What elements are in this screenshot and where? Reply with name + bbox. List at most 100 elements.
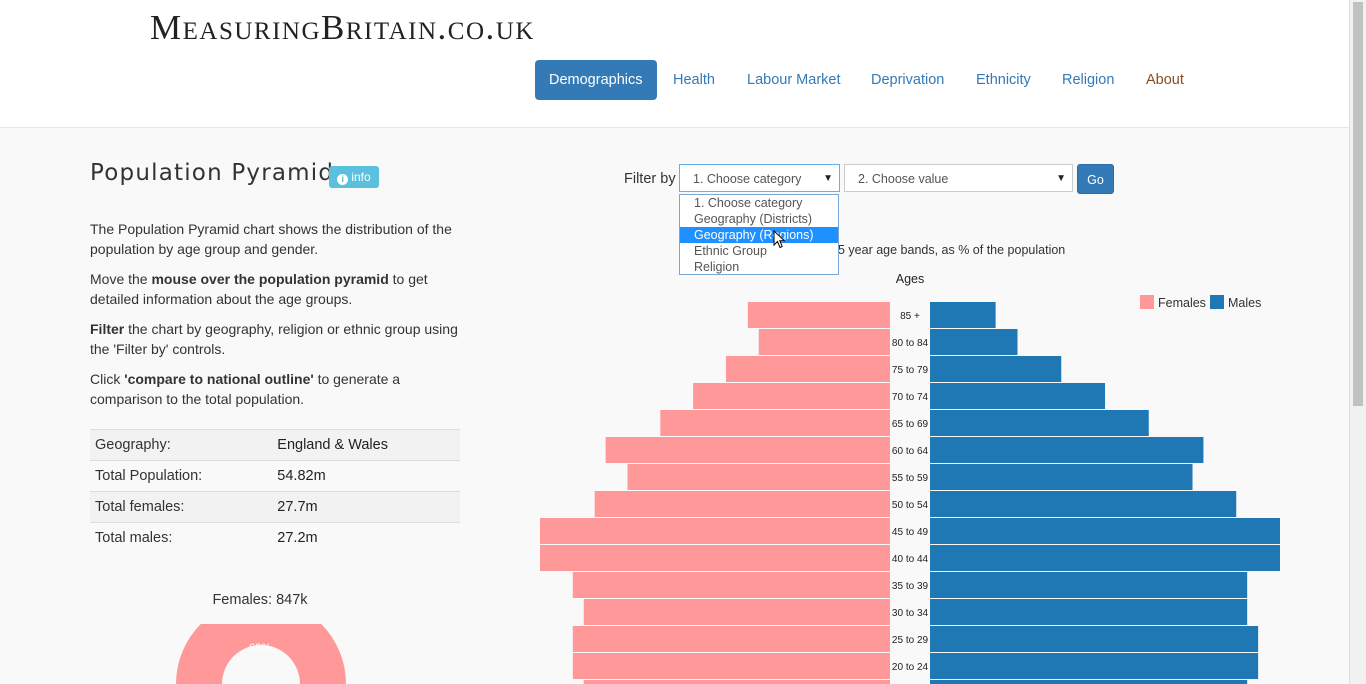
dropdown-option-highlighted[interactable]: Geography (Regions) — [680, 227, 838, 243]
category-select[interactable]: 1. Choose category ▼ — [679, 164, 840, 192]
info-button[interactable]: i info — [329, 166, 379, 188]
nav-ethnicity[interactable]: Ethnicity — [976, 60, 1031, 100]
dropdown-option[interactable]: Ethnic Group — [680, 243, 838, 259]
desc-text: Click — [90, 371, 125, 387]
site-header: MeasuringBritain.co.uk Demographics Heal… — [0, 0, 1350, 128]
description-paragraph-3: Filter the chart by geography, religion … — [90, 319, 470, 359]
stat-value: 27.2m — [272, 522, 460, 553]
donut-female-segment[interactable] — [176, 624, 346, 684]
desc-bold: Filter — [90, 321, 125, 337]
male-bar[interactable] — [930, 491, 1237, 517]
table-row: Total females: 27.7m — [90, 491, 460, 523]
stat-value: 27.7m — [272, 491, 460, 523]
age-band-label: 30 to 34 — [892, 608, 929, 619]
age-band-label: 45 to 49 — [892, 527, 929, 538]
nav-demographics[interactable]: Demographics — [535, 60, 657, 100]
stat-label: Total Population: — [90, 460, 273, 492]
table-row: Geography: England & Wales — [90, 429, 460, 461]
age-band-label: 70 to 74 — [892, 392, 929, 403]
female-bar-partial[interactable] — [583, 680, 890, 684]
caret-down-icon: ▼ — [1056, 173, 1066, 184]
stat-label: Geography: — [90, 429, 273, 461]
value-select[interactable]: 2. Choose value ▼ — [844, 164, 1073, 192]
stat-label: Total females: — [90, 491, 273, 523]
scrollbar-thumb[interactable] — [1353, 2, 1363, 406]
female-bar[interactable] — [583, 599, 890, 625]
info-circle-icon: i — [337, 174, 349, 185]
table-row: Total males: 27.2m — [90, 522, 460, 553]
filter-label: Filter by — [624, 171, 676, 187]
desc-bold: 'compare to national outline' — [124, 371, 314, 387]
male-bar[interactable] — [930, 572, 1248, 598]
male-bar[interactable] — [930, 626, 1259, 652]
male-bar-partial[interactable] — [930, 680, 1248, 684]
age-band-label: 20 to 24 — [892, 662, 929, 673]
male-bar[interactable] — [930, 383, 1105, 409]
female-bar[interactable] — [572, 653, 890, 679]
donut-label: Females: 847k — [212, 592, 308, 608]
info-label: info — [351, 170, 371, 184]
page-scrollbar[interactable] — [1349, 0, 1366, 684]
male-bar[interactable] — [930, 329, 1018, 355]
age-band-label: 55 to 59 — [892, 473, 929, 484]
female-bar[interactable] — [605, 437, 890, 463]
male-bar[interactable] — [930, 653, 1259, 679]
nav-religion[interactable]: Religion — [1062, 60, 1114, 100]
age-band-label: 25 to 29 — [892, 635, 929, 646]
age-band-label: 60 to 64 — [892, 446, 929, 457]
page-title: Population Pyramid — [90, 160, 335, 186]
female-bar[interactable] — [660, 410, 890, 436]
donut-chart: 68% — [176, 624, 346, 684]
population-pyramid[interactable]: 85 + 80 to 84 75 to 79 70 to 74 65 to 69 60 t… — [530, 290, 1290, 684]
description-paragraph-1: The Population Pyramid chart shows the d… — [90, 221, 452, 257]
dropdown-option[interactable]: Religion — [680, 259, 838, 275]
description-paragraph-4: Click 'compare to national outline' to g… — [90, 369, 470, 409]
desc-text: Move the — [90, 271, 152, 287]
caret-down-icon: ▼ — [823, 173, 833, 184]
site-logo[interactable]: MeasuringBritain.co.uk — [150, 8, 535, 48]
description-paragraph-2: Move the mouse over the population pyram… — [90, 269, 470, 309]
age-band-label: 75 to 79 — [892, 365, 929, 376]
female-bar[interactable] — [693, 383, 890, 409]
stat-value: 54.82m — [272, 460, 460, 492]
nav-labour-market[interactable]: Labour Market — [747, 60, 841, 100]
go-button[interactable]: Go — [1077, 164, 1114, 194]
female-bar[interactable] — [725, 356, 890, 382]
male-bar[interactable] — [930, 545, 1280, 571]
female-bar[interactable] — [572, 626, 890, 652]
mouse-pointer-icon — [773, 230, 786, 249]
stat-value: England & Wales — [272, 429, 460, 461]
male-bar[interactable] — [930, 356, 1062, 382]
dropdown-option[interactable]: Geography (Districts) — [680, 211, 838, 227]
female-bar[interactable] — [540, 545, 890, 571]
female-bar[interactable] — [594, 491, 890, 517]
male-bar[interactable] — [930, 302, 996, 328]
stats-table: Geography: England & Wales Total Populati… — [90, 429, 460, 553]
female-bar[interactable] — [747, 302, 890, 328]
age-band-label: 85 + — [900, 311, 920, 322]
male-bar[interactable] — [930, 599, 1248, 625]
male-bar[interactable] — [930, 464, 1193, 490]
desc-bold: mouse over the population pyramid — [151, 271, 389, 287]
male-bar[interactable] — [930, 437, 1204, 463]
age-band-label: 35 to 39 — [892, 581, 929, 592]
nav-about[interactable]: About — [1146, 60, 1184, 100]
category-select-value: 1. Choose category — [693, 172, 802, 186]
dropdown-option[interactable]: 1. Choose category — [680, 195, 838, 211]
stat-label: Total males: — [90, 522, 273, 553]
male-bar[interactable] — [930, 518, 1280, 544]
age-band-label: 40 to 44 — [892, 554, 929, 565]
female-bar[interactable] — [540, 518, 890, 544]
nav-deprivation[interactable]: Deprivation — [871, 60, 944, 100]
table-row: Total Population: 54.82m — [90, 460, 460, 492]
age-band-label: 50 to 54 — [892, 500, 929, 511]
female-bar[interactable] — [572, 572, 890, 598]
female-bar[interactable] — [758, 329, 890, 355]
category-dropdown-list[interactable]: 1. Choose category Geography (Districts)… — [679, 194, 839, 275]
value-select-value: 2. Choose value — [858, 172, 949, 186]
nav-health[interactable]: Health — [673, 60, 715, 100]
male-bar[interactable] — [930, 410, 1149, 436]
donut-percent-label: 68% — [249, 642, 271, 654]
female-bar[interactable] — [627, 464, 891, 490]
desc-text: the chart by geography, religion or ethn… — [90, 321, 458, 357]
